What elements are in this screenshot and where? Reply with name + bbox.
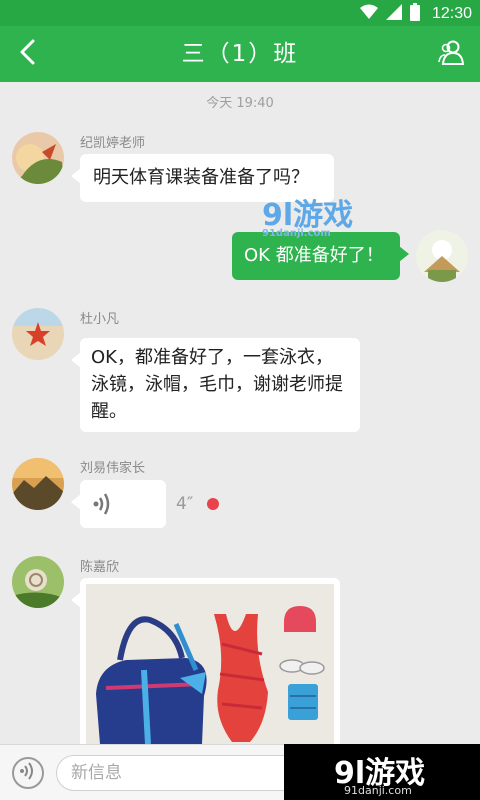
sender-name: 杜小凡	[80, 312, 120, 327]
image-message-bubble[interactable]	[71, 578, 340, 744]
chat-area[interactable]: 今天 19:40 纪凯婷老师 明天体育课装备准备了吗？ OK 都准备好了！ 杜小…	[0, 82, 480, 744]
avatar[interactable]	[12, 308, 64, 360]
group-members-button[interactable]	[432, 32, 472, 76]
chat-header: 三（1）班	[0, 26, 480, 82]
signal-icon	[385, 4, 402, 24]
message-text: OK，都准备好了，一套泳衣，泳镜，泳帽，毛巾，谢谢老师提醒。	[91, 347, 343, 422]
message-text: 明天体育课装备准备了吗？	[93, 167, 309, 188]
battery-icon	[409, 3, 420, 25]
voice-message-bubble[interactable]	[71, 480, 166, 528]
wifi-icon	[359, 4, 378, 24]
watermark-logo: 9l游戏 91danji.com	[262, 190, 353, 239]
my-avatar[interactable]	[416, 230, 468, 282]
unread-indicator	[207, 498, 219, 510]
sender-name: 纪凯婷老师	[80, 136, 146, 151]
group-members-icon	[438, 38, 466, 70]
site-logo-sub: 91danji.com	[344, 784, 412, 797]
voice-duration: 4″	[176, 494, 194, 514]
status-icons: 12:30	[359, 3, 472, 25]
page-title: 三（1）班	[181, 41, 299, 67]
voice-wave-icon	[92, 491, 114, 525]
shared-photo[interactable]	[86, 584, 334, 744]
chat-timestamp: 今天 19:40	[206, 96, 274, 111]
site-logo: 9l游戏 91danji.com	[284, 744, 480, 800]
message-bubble-mine[interactable]: OK 都准备好了！	[232, 232, 409, 280]
avatar[interactable]	[12, 458, 64, 510]
status-bar: 12:30	[0, 0, 480, 26]
voice-input-button[interactable]	[12, 757, 44, 789]
avatar[interactable]	[12, 132, 64, 184]
message-text: OK 都准备好了！	[244, 245, 384, 266]
voice-icon	[19, 761, 37, 785]
sender-name: 刘易伟家长	[80, 461, 146, 476]
sender-name: 陈嘉欣	[80, 560, 120, 575]
status-time: 12:30	[431, 5, 472, 22]
message-bubble[interactable]: OK，都准备好了，一套泳衣，泳镜，泳帽，毛巾，谢谢老师提醒。	[71, 338, 360, 432]
avatar[interactable]	[12, 556, 64, 608]
